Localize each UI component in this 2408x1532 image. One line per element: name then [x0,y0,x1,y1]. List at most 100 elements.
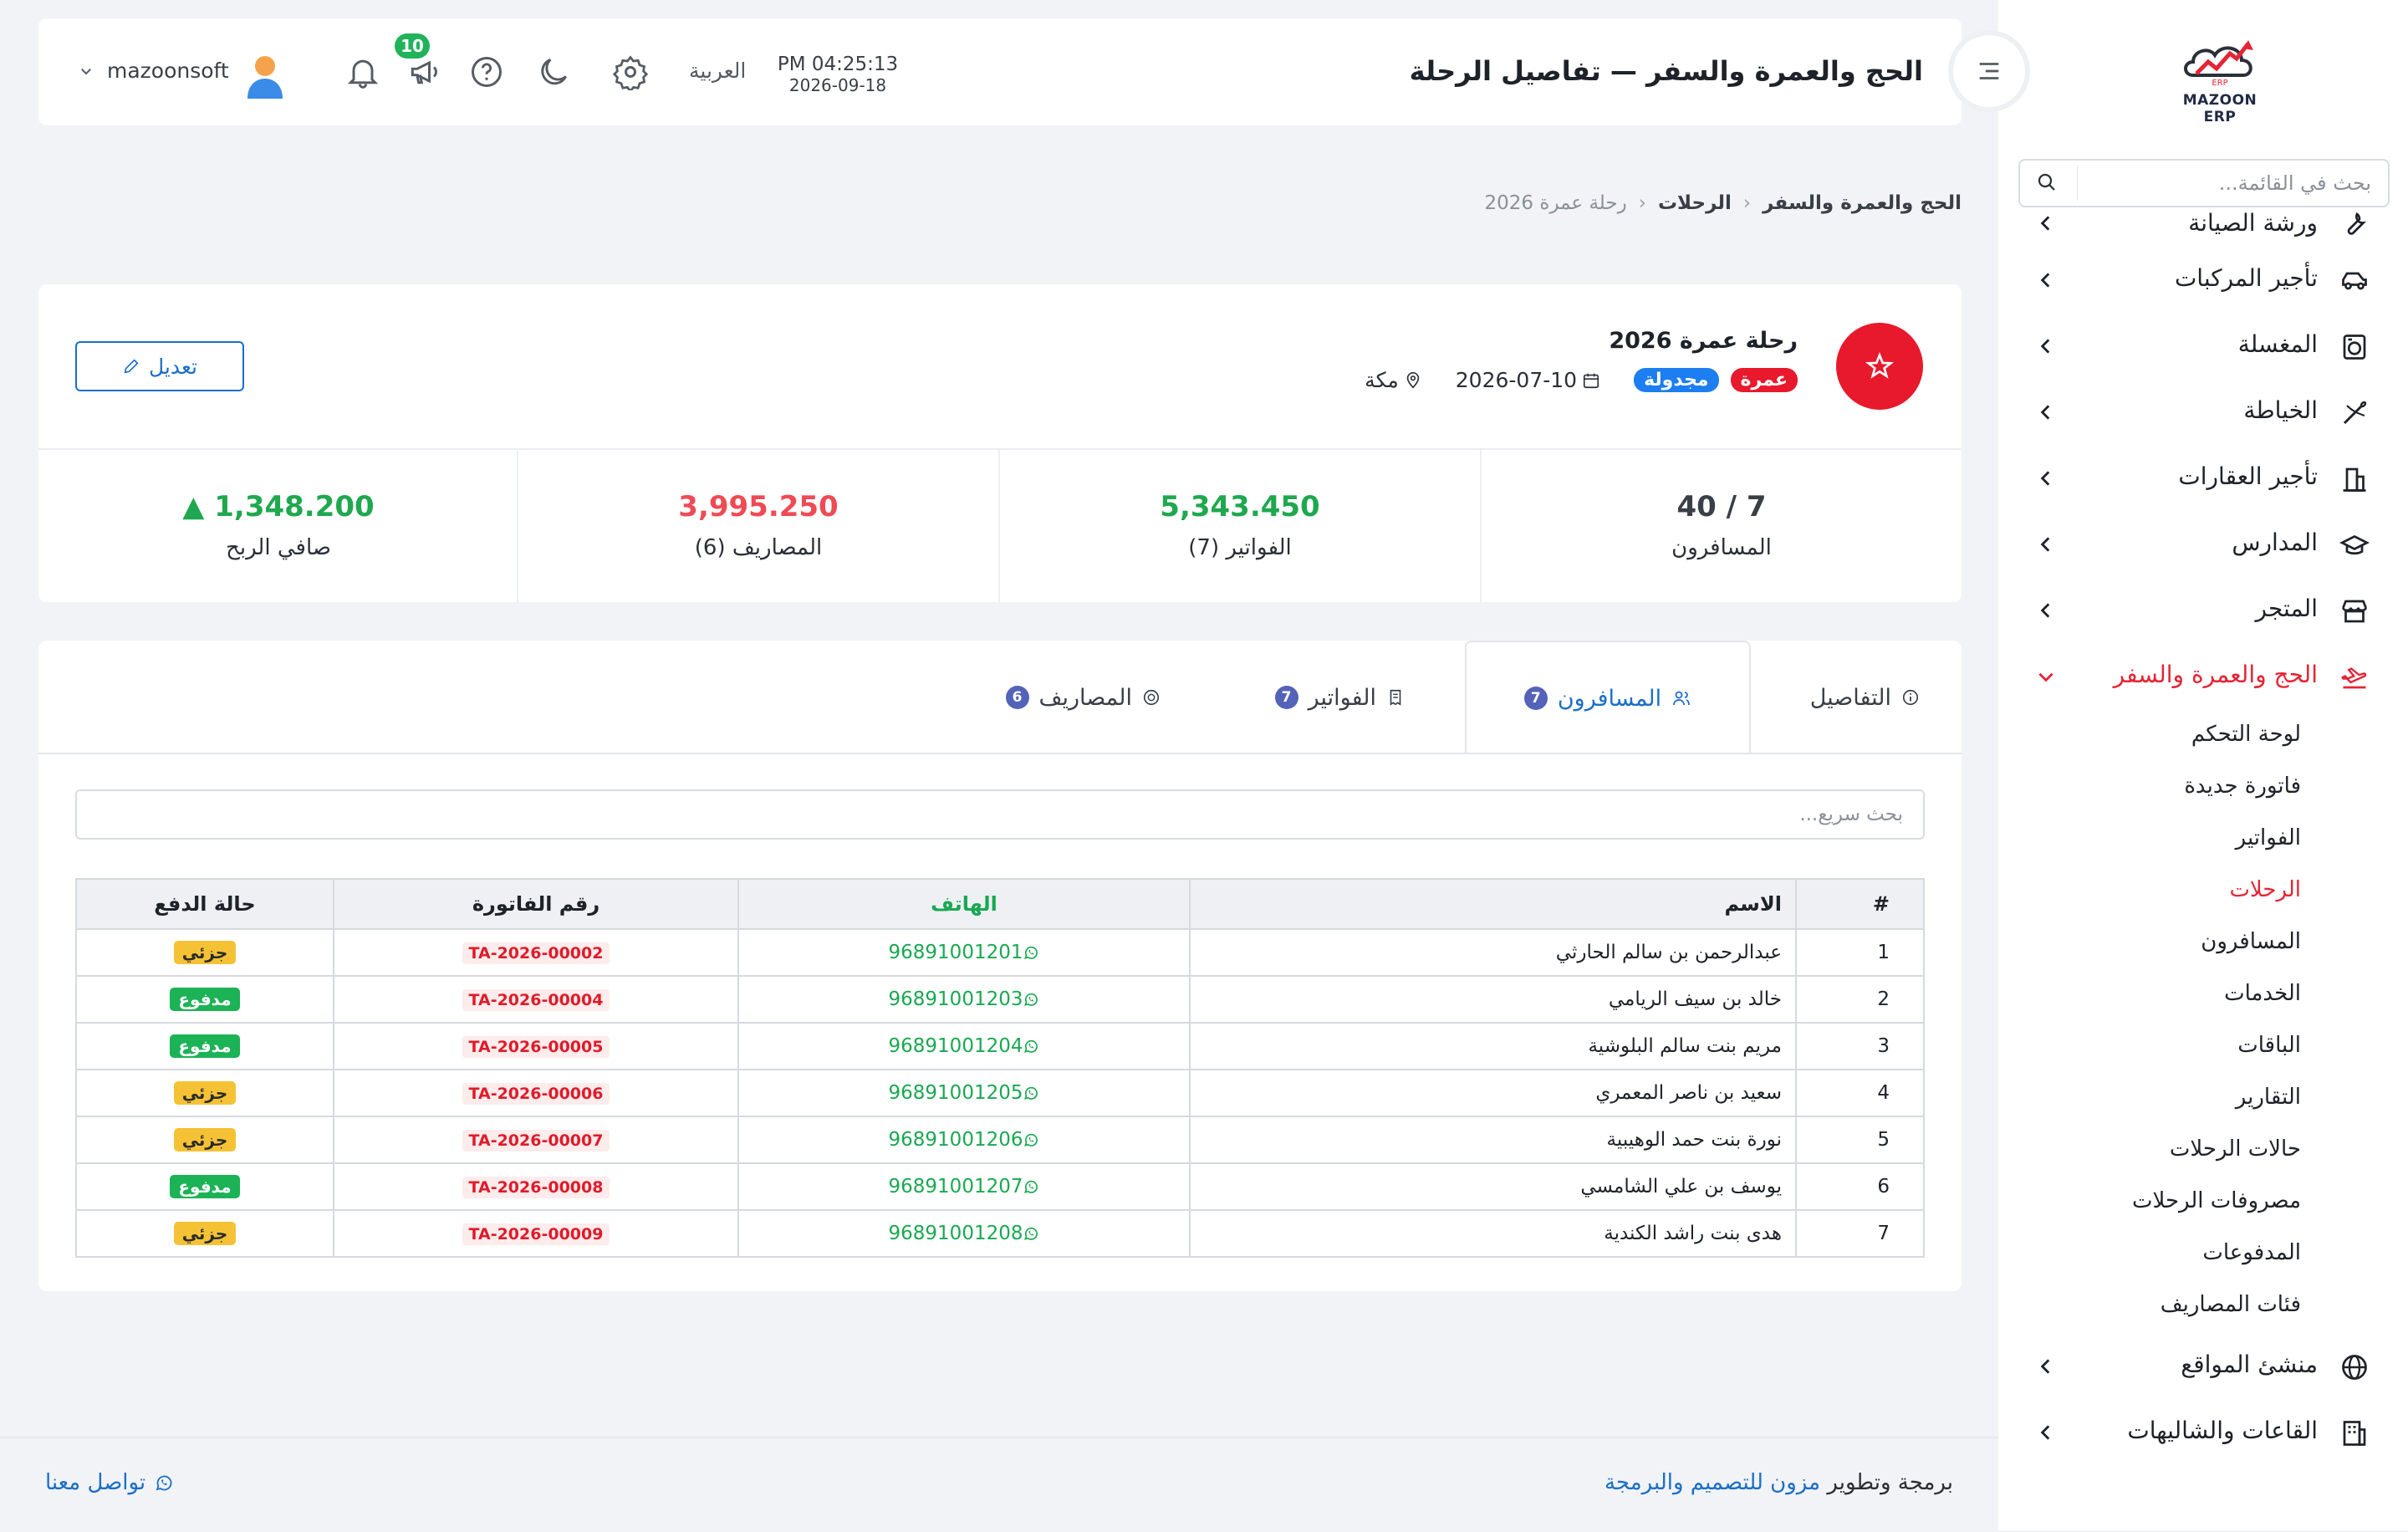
breadcrumb-separator: ‹ [1638,192,1646,214]
sidebar-item-schools[interactable]: المدارس [1998,512,2408,578]
whatsapp-icon [1023,1082,1039,1104]
submenu-travelers[interactable]: المسافرون [1998,919,2408,971]
edit-trip-button[interactable]: تعديل [75,341,244,391]
chevron-left-icon [2035,335,2057,357]
tab-label: المصاريف [1038,684,1132,711]
traveler-name: هدى بنت راشد الكندية [1189,1209,1797,1258]
phone-number: 96891001201 [888,942,1023,963]
invoice-number[interactable]: TA-2026-00002 [462,942,610,964]
menu-search-input[interactable] [2079,161,2388,206]
traveler-phone[interactable]: 96891001207 [737,1162,1191,1211]
submenu-label: الباقات [2237,1033,2301,1058]
sidebar-item-halls[interactable]: القاعات والشاليهات [1998,1400,2408,1466]
submenu-payments[interactable]: المدفوعات [1998,1230,2408,1282]
sidebar-item-label: المتجر [2255,595,2318,622]
search-icon[interactable] [2037,172,2057,196]
breadcrumb-item[interactable]: الحج والعمرة والسفر [1763,192,1962,214]
invoice-number[interactable]: TA-2026-00005 [462,1035,610,1058]
breadcrumb-item[interactable]: الرحلات [1658,192,1732,214]
invoice-number[interactable]: TA-2026-00009 [462,1223,610,1245]
tab-details[interactable]: التفاصيل [1810,641,1920,754]
washing-machine-icon [2339,332,2370,362]
chevron-left-icon [2035,467,2057,489]
sidebar-item-maintenance[interactable]: ورشة الصيانة [1998,209,2408,248]
traveler-phone[interactable]: 96891001205 [737,1069,1191,1117]
traveler-phone[interactable]: 96891001208 [737,1209,1191,1258]
sidebar-item-vehicle-rental[interactable]: تأجير المركبات [1998,248,2408,314]
chevron-left-icon [2035,534,2057,555]
stat-label: الفواتير (7) [1188,535,1292,560]
column-header[interactable]: الهاتف [737,878,1191,930]
submenu-trips[interactable]: الرحلات [1998,867,2408,919]
trip-summary-card: رحلة عمرة 2026 عمرة مجدولة 2026-07-10 مك… [38,284,1962,602]
brand-logo[interactable]: ERP MAZOON ERP [2166,37,2274,125]
table-row[interactable]: 4 سعيد بن ناصر المعمري 96891001205 TA-2026-… [75,1069,1925,1117]
submenu-expense-categories[interactable]: فئات المصاريف [1998,1282,2408,1334]
invoice-number[interactable]: TA-2026-00008 [462,1176,610,1198]
table-row[interactable]: 2 خالد بن سيف الريامي 96891001203 TA-2026-0… [75,975,1925,1024]
stat-label: المصاريف (6) [694,535,823,560]
payment-status-badge: مدفوع [170,1034,240,1058]
tab-invoices[interactable]: الفواتير 7 [1274,641,1405,754]
submenu-label: فاتورة جديدة [2184,774,2301,799]
moon-icon[interactable] [535,54,572,90]
credit-link[interactable]: مزون للتصميم والبرمجة [1604,1470,1820,1495]
table-row[interactable]: 7 هدى بنت راشد الكندية 96891001208 TA-2026-… [75,1209,1925,1258]
help-icon[interactable] [468,54,505,90]
table-row[interactable]: 3 مريم بنت سالم البلوشية 96891001204 TA-202… [75,1022,1925,1070]
username[interactable]: mazoonsoft [107,59,229,83]
bell-icon[interactable] [344,54,381,90]
store-icon [2339,596,2370,626]
table-row[interactable]: 6 يوسف بن علي الشامسي 96891001207 TA-2026-0… [75,1162,1925,1211]
whatsapp-icon [1023,1035,1039,1057]
traveler-phone[interactable]: 96891001203 [737,975,1191,1024]
submenu-trip-statuses[interactable]: حالات الرحلات [1998,1126,2408,1178]
wrench-icon [2339,209,2370,239]
submenu-services[interactable]: الخدمات [1998,971,2408,1023]
coin-icon [1143,689,1160,706]
column-header[interactable]: رقم الفاتورة [333,878,739,930]
avatar[interactable] [244,52,286,99]
payment-status-badge: جزئي [173,1128,237,1152]
table-header-row: # الاسم الهاتف رقم الفاتورة حالة الدفع [75,878,1925,930]
invoice-number[interactable]: TA-2026-00006 [462,1082,610,1105]
chevron-down-icon[interactable] [79,64,94,82]
megaphone-icon[interactable] [406,54,443,90]
sidebar-item-laundry[interactable]: المغسلة [1998,314,2408,380]
traveler-phone[interactable]: 96891001204 [737,1022,1191,1070]
sidebar-item-real-estate[interactable]: تأجير العقارات [1998,446,2408,512]
submenu-packages[interactable]: الباقات [1998,1023,2408,1075]
settings-gear-icon[interactable] [612,54,649,94]
sidebar-item-store[interactable]: المتجر [1998,578,2408,644]
chevron-left-icon [2035,1356,2057,1377]
sidebar-item-hajj-travel[interactable]: الحج والعمرة والسفر [1998,644,2408,710]
contact-label: تواصل معنا [45,1470,146,1495]
sidebar-toggle-button[interactable] [1953,35,2025,107]
submenu-label: المدفوعات [2202,1240,2301,1265]
column-header[interactable]: الاسم [1189,878,1797,930]
traveler-phone[interactable]: 96891001206 [737,1116,1191,1164]
tab-expenses[interactable]: المصاريف 6 [1005,641,1161,754]
sidebar-item-site-builder[interactable]: منشئ المواقع [1998,1334,2408,1400]
sidebar-item-tailoring[interactable]: الخياطة [1998,380,2408,446]
invoice-number[interactable]: TA-2026-00004 [462,988,610,1011]
submenu-dashboard[interactable]: لوحة التحكم [1998,712,2408,763]
tab-label: المسافرون [1557,685,1662,712]
contact-us-link[interactable]: تواصل معنا [45,1470,174,1495]
trip-location-text: مكة [1365,368,1399,392]
tab-travelers[interactable]: المسافرون 7 [1465,641,1751,754]
traveler-phone[interactable]: 96891001201 [737,928,1191,977]
submenu-reports[interactable]: التقارير [1998,1075,2408,1126]
submenu-new-invoice[interactable]: فاتورة جديدة [1998,763,2408,815]
column-header[interactable]: # [1795,878,1925,930]
table-row[interactable]: 1 عبدالرحمن بن سالم الحارثي 96891001201 TA-… [75,928,1925,977]
quick-search-input[interactable] [75,789,1925,840]
column-header[interactable]: حالة الدفع [75,878,334,930]
submenu-invoices[interactable]: الفواتير [1998,815,2408,867]
table-row[interactable]: 5 نورة بنت حمد الوهيبية 96891001206 TA-2026… [75,1116,1925,1164]
submenu-trip-expenses[interactable]: مصروفات الرحلات [1998,1178,2408,1230]
row-number: 2 [1795,975,1925,1024]
trip-avatar [1836,323,1923,410]
invoice-number[interactable]: TA-2026-00007 [462,1129,610,1152]
language-switcher[interactable]: العربية [689,59,746,83]
